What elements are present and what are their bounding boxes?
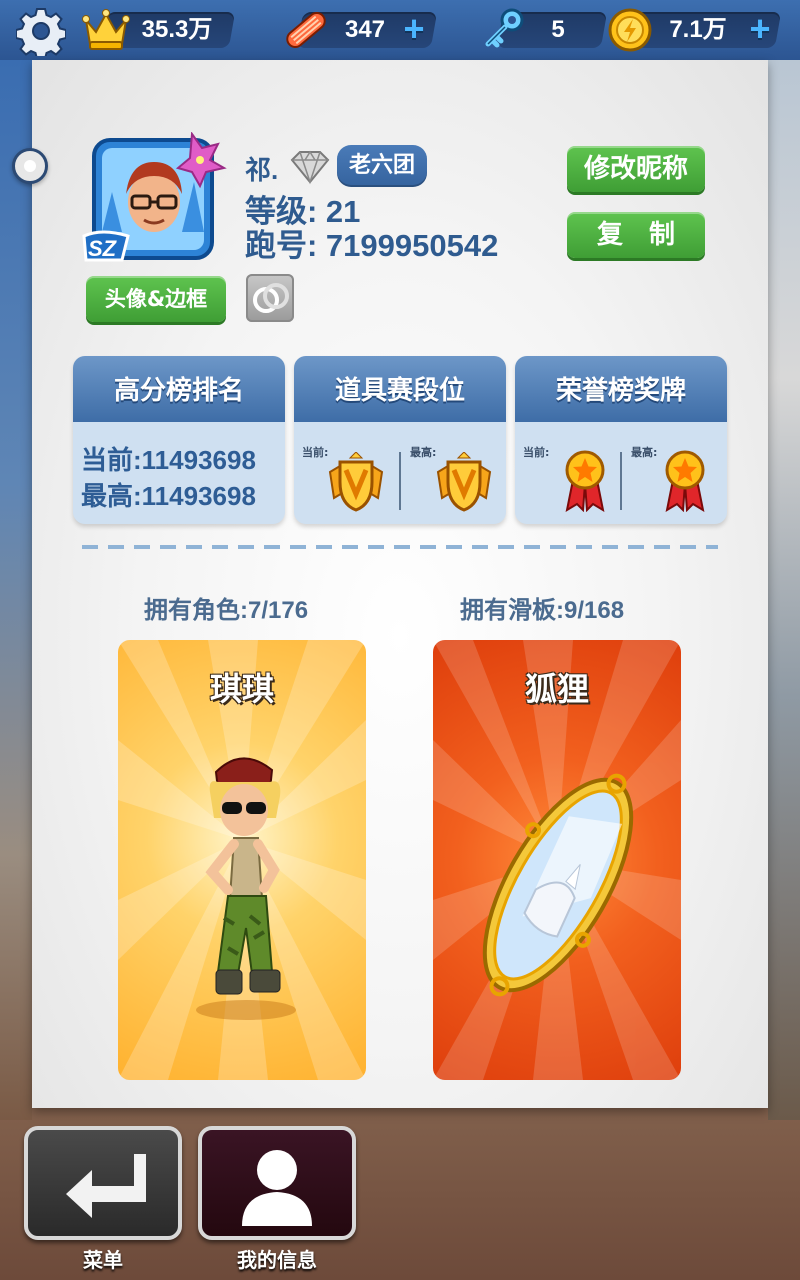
menu-label: 菜单 (83, 1248, 123, 1272)
trophy-badge-icon (436, 452, 492, 512)
item-race-best-label: 最高: (410, 446, 437, 459)
player-name: 祁. (245, 155, 279, 185)
key-value: 5 (551, 16, 565, 43)
avatar-badge-text: SZ (88, 236, 118, 261)
hoverboard-value: 347 (344, 16, 386, 43)
avatar-frame-button[interactable]: 头像&边框 (86, 276, 226, 322)
fox-mirror-board (482, 773, 634, 997)
honor-best-label: 最高: (631, 446, 658, 459)
item-race-current-label: 当前: (302, 446, 329, 459)
key-icon (485, 8, 524, 48)
leaderboard-current: 当前:11493698 (81, 445, 256, 475)
user-icon (242, 1150, 312, 1226)
add-coins-button[interactable]: + (744, 11, 776, 47)
boards-owned: 拥有滑板:9/168 (460, 597, 625, 624)
divider (620, 452, 622, 510)
leaderboard-best: 最高:11493698 (81, 481, 256, 511)
medal-icon (665, 450, 705, 512)
coin-icon (608, 8, 652, 52)
return-arrow-icon (66, 1154, 146, 1218)
honor-card[interactable]: 荣誉榜奖牌 当前: 最高: (515, 356, 727, 524)
gear-icon[interactable] (16, 6, 66, 56)
my-info-button[interactable] (198, 1126, 356, 1240)
leaderboard-card[interactable]: 高分榜排名 当前:11493698 最高:11493698 (73, 356, 285, 524)
background-right (768, 60, 800, 1120)
section-divider (82, 545, 718, 549)
hoverboard-icon (286, 12, 326, 48)
item-race-card[interactable]: 道具赛段位 当前: 最高: (294, 356, 506, 524)
avatar[interactable]: SZ (82, 132, 228, 268)
character-figure (196, 757, 296, 1020)
item-race-title: 道具赛段位 (294, 356, 506, 422)
trophy-badge-icon (328, 452, 384, 512)
honor-title: 荣誉榜奖牌 (515, 356, 727, 422)
coin-value: 7.1万 (669, 16, 727, 43)
rename-button[interactable]: 修改昵称 (567, 146, 705, 192)
player-id: 跑号: 7199950542 (245, 228, 499, 263)
crown-value: 35.3万 (141, 16, 213, 43)
character-name: 琪琪 (209, 670, 274, 708)
add-hoverboards-button[interactable]: + (398, 11, 430, 47)
background-left (0, 60, 32, 1120)
resource-bar: 35.3万 347 + 5 7.1万 + (0, 0, 800, 60)
medal-icon (565, 450, 605, 512)
frame-preview[interactable] (246, 274, 294, 322)
copy-button[interactable]: 复 制 (567, 212, 705, 258)
divider (399, 452, 401, 510)
team-badge[interactable]: 老六团 (337, 145, 427, 187)
side-toggle[interactable] (12, 148, 48, 184)
rings-icon (253, 283, 289, 313)
diamond-rank-icon (290, 150, 330, 185)
crown-icon (82, 9, 130, 50)
my-info-label: 我的信息 (237, 1248, 317, 1272)
menu-button[interactable] (24, 1126, 182, 1240)
leaderboard-title: 高分榜排名 (73, 356, 285, 422)
characters-owned: 拥有角色:7/176 (144, 597, 309, 624)
honor-current-label: 当前: (523, 446, 550, 459)
board-name: 狐狸 (524, 670, 589, 708)
